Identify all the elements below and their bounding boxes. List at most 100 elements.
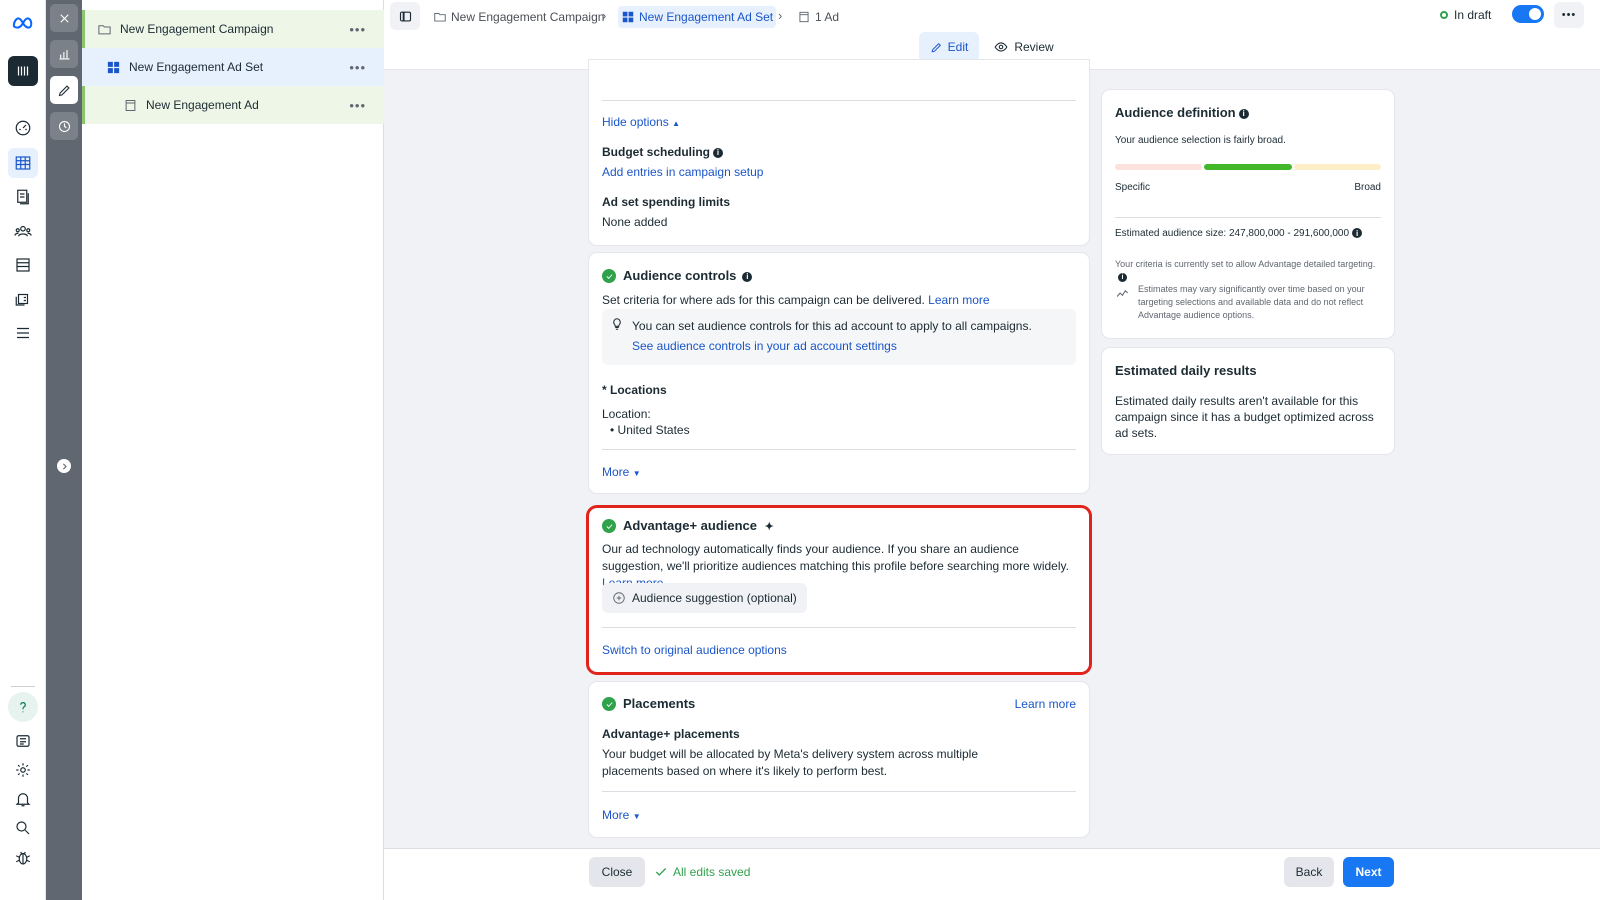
audience-controls-more-link[interactable]: More ▼ [602, 465, 641, 479]
tab-edit[interactable]: Edit [919, 32, 979, 62]
add-entries-link[interactable]: Add entries in campaign setup [602, 165, 763, 179]
audience-controls-card: Audience controls i Set criteria for wher… [589, 253, 1089, 493]
info-icon[interactable]: i [1118, 273, 1127, 283]
next-button[interactable]: Next [1343, 857, 1394, 887]
audience-controls-learn-more-link[interactable]: Learn more [928, 293, 989, 307]
tab-review[interactable]: Review [988, 32, 1060, 62]
breadcrumb-chevron-icon: › [602, 8, 607, 23]
ad-more-options-icon[interactable]: ••• [349, 98, 366, 113]
placements-desc: Your budget will be allocated by Meta's … [602, 747, 979, 778]
info-icon[interactable]: i [742, 271, 753, 282]
toggle-knob [1529, 8, 1541, 20]
ad-set-on-off-toggle[interactable] [1512, 5, 1544, 23]
divider [1115, 217, 1381, 218]
back-button[interactable]: Back [1284, 857, 1334, 887]
folder-icon [434, 13, 446, 22]
info-icon[interactable]: i [713, 147, 723, 158]
complete-check-icon [602, 519, 616, 533]
bug-report-icon[interactable] [8, 843, 38, 873]
breadcrumb-chevron-icon: › [778, 8, 783, 23]
news-feed-icon[interactable] [8, 726, 38, 756]
audience-breadth-text: Your audience selection is fairly broad. [1115, 135, 1286, 146]
tree-item-campaign-label: New Engagement Campaign [120, 22, 274, 36]
tree-item-adset[interactable]: New Engagement Ad Set ••• [82, 48, 384, 86]
pages-icon[interactable] [8, 182, 38, 212]
billing-stack-icon[interactable] [8, 250, 38, 280]
history-clock-icon[interactable] [50, 112, 78, 140]
all-tools-menu-icon[interactable] [8, 318, 38, 348]
info-icon[interactable]: i [1352, 228, 1363, 239]
tree-item-ad[interactable]: New Engagement Ad ••• [82, 86, 384, 124]
audience-controls-tip: You can set audience controls for this a… [632, 319, 1032, 333]
tree-item-campaign[interactable]: New Engagement Campaign ••• [82, 10, 384, 48]
audience-size-text: Estimated audience size: 247,800,000 - 2… [1115, 228, 1350, 239]
caret-up-icon: ▲ [672, 119, 680, 128]
budget-card: Hide options ▲ Budget scheduling i Add en… [589, 60, 1089, 245]
hide-options-link[interactable]: Hide options ▲ [602, 115, 680, 129]
adset-grid-icon [622, 11, 634, 23]
settings-gear-icon[interactable] [8, 755, 38, 785]
budget-scheduling-title-text: Budget scheduling [602, 145, 710, 159]
tab-review-label: Review [1014, 40, 1054, 54]
breadcrumb-campaign[interactable]: New Engagement Campaign [430, 6, 607, 28]
ad-page-icon [799, 11, 809, 23]
placements-learn-more-link[interactable]: Learn more [1015, 697, 1076, 711]
audience-controls-settings-link[interactable]: See audience controls in your ad account… [632, 339, 897, 353]
catalog-icon[interactable] [8, 284, 38, 314]
footer-bar: Close All edits saved Back Next [384, 848, 1600, 900]
advantage-audience-desc-text: Our ad technology automatically finds yo… [602, 542, 1069, 573]
daily-results-title: Estimated daily results [1115, 363, 1257, 378]
dashboard-gauge-icon[interactable] [8, 113, 38, 143]
divider [602, 449, 1076, 450]
ad-page-icon [125, 99, 136, 111]
daily-results-desc: Estimated daily results aren't available… [1115, 394, 1374, 440]
account-avatar-icon[interactable] [8, 56, 38, 86]
spending-limits-value: None added [602, 215, 668, 229]
placements-more-link[interactable]: More ▼ [602, 808, 641, 822]
meter-broad-label: Broad [1354, 182, 1381, 193]
toggle-sidebar-icon[interactable] [390, 2, 420, 30]
breadcrumb-ad[interactable]: 1 Ad [794, 6, 842, 28]
hide-options-label: Hide options [602, 115, 669, 129]
meter-segment-specific [1115, 164, 1203, 170]
advantage-audience-card: Advantage+ audience ✦ Our ad technology … [589, 508, 1089, 672]
tree-item-adset-label: New Engagement Ad Set [129, 60, 264, 74]
help-icon[interactable] [8, 692, 38, 722]
edit-pencil-icon[interactable] [50, 76, 78, 104]
checkmark-icon [655, 868, 667, 876]
close-editor-icon[interactable] [50, 4, 78, 32]
ads-manager-table-icon[interactable] [8, 148, 38, 178]
audience-controls-title-text: Audience controls [623, 268, 737, 283]
info-icon[interactable]: i [1238, 108, 1249, 119]
daily-results-card: Estimated daily results Estimated daily … [1102, 348, 1394, 454]
lightbulb-icon [613, 318, 621, 330]
meter-segment-active [1204, 164, 1292, 170]
advantage-placements-title: Advantage+ placements [602, 727, 740, 741]
complete-check-icon [602, 697, 616, 711]
expand-panel-chevron-icon[interactable] [57, 459, 71, 473]
audience-definition-title: Audience definition i [1115, 105, 1249, 120]
rail-divider [11, 686, 35, 687]
close-button[interactable]: Close [589, 857, 645, 887]
save-status: All edits saved [654, 865, 750, 879]
audience-suggestion-button[interactable]: Audience suggestion (optional) [602, 583, 807, 613]
advantage-audience-title: Advantage+ audience ✦ [623, 518, 774, 533]
tab-edit-label: Edit [947, 40, 969, 54]
location-value: • United States [610, 423, 690, 437]
charts-icon[interactable] [50, 40, 78, 68]
search-icon[interactable] [8, 813, 38, 843]
placements-card: Placements Learn more Advantage+ placeme… [589, 682, 1089, 837]
more-options-icon[interactable]: ••• [1554, 2, 1584, 28]
meta-logo-icon[interactable] [8, 8, 38, 38]
audience-suggestion-label: Audience suggestion (optional) [632, 591, 797, 605]
eye-icon [994, 42, 1008, 52]
breadcrumb-adset[interactable]: New Engagement Ad Set [618, 6, 777, 28]
notifications-bell-icon[interactable] [8, 784, 38, 814]
budget-scheduling-title: Budget scheduling i [602, 145, 723, 159]
switch-audience-options-link[interactable]: Switch to original audience options [602, 643, 787, 657]
audiences-people-icon[interactable] [8, 216, 38, 246]
adset-more-options-icon[interactable]: ••• [349, 60, 366, 75]
advantage-audience-title-text: Advantage+ audience [623, 518, 758, 533]
folder-icon [98, 24, 111, 34]
campaign-more-options-icon[interactable]: ••• [349, 22, 366, 37]
